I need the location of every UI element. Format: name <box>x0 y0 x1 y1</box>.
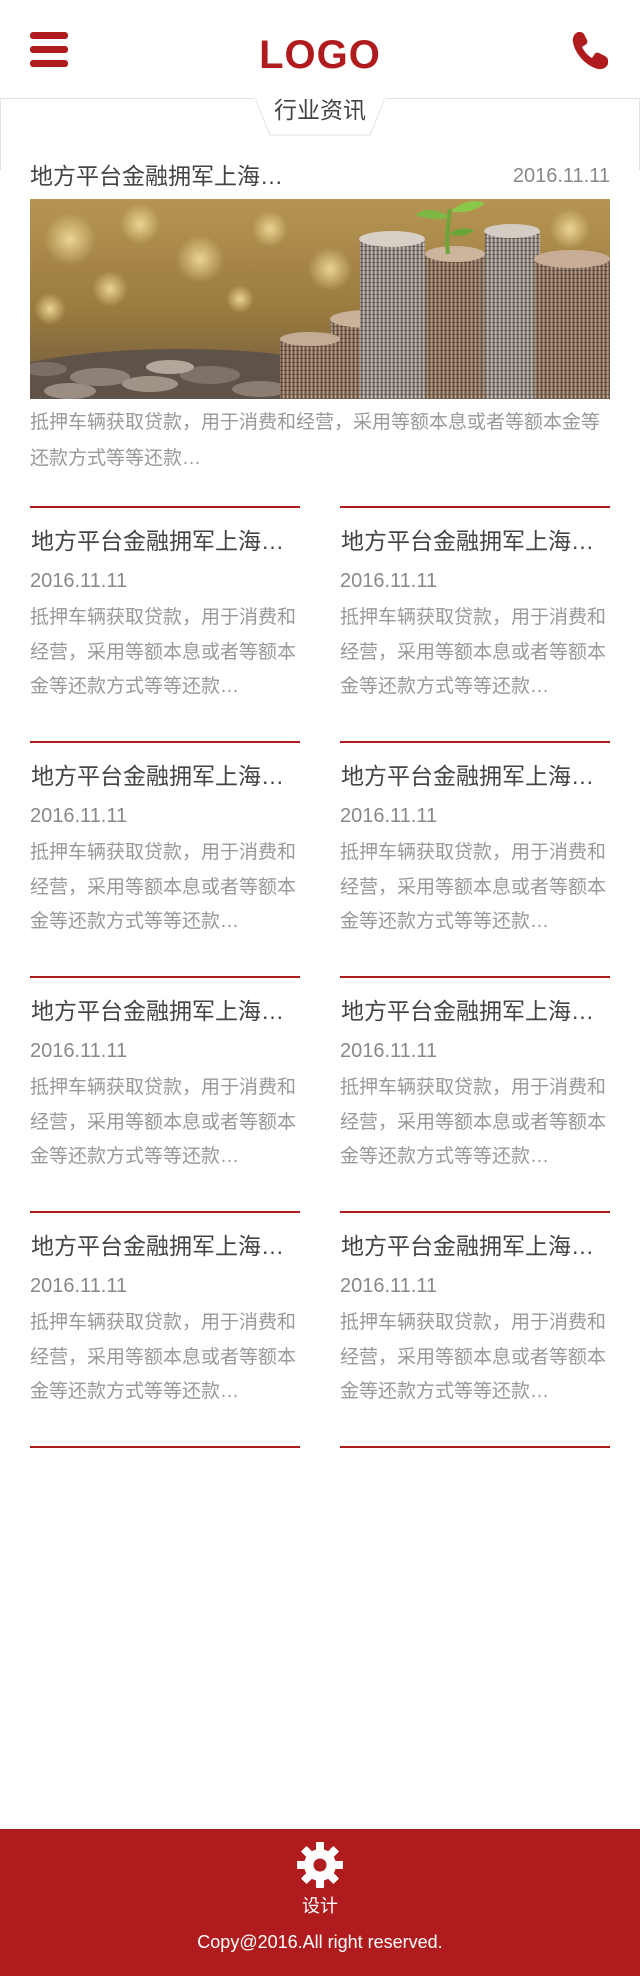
card-divider <box>340 1211 610 1213</box>
footer: 设计 Copy@2016.All right reserved. <box>0 1829 640 1976</box>
card-divider <box>30 976 300 978</box>
featured-image[interactable] <box>30 199 610 399</box>
card-divider <box>30 1211 300 1213</box>
logo[interactable]: LOGO <box>0 30 640 80</box>
article-date: 2016.11.11 <box>340 570 438 592</box>
featured-article[interactable]: 地方平台金融拥军上海… 2016.11.11 抵押车辆获取贷款，用于消费和经营，… <box>30 160 610 469</box>
article-card[interactable]: 地方平台金融拥军上海… 2016.11.11 抵押车辆获取贷款，用于消费和经营，… <box>30 506 300 741</box>
article-title[interactable]: 地方平台金融拥军上海… <box>31 1229 306 1263</box>
section-title: 行业资讯 <box>274 97 366 123</box>
card-divider <box>30 1446 300 1448</box>
article-title[interactable]: 地方平台金融拥军上海… <box>31 759 306 793</box>
article-description: 抵押车辆获取贷款，用于消费和经营，采用等额本息或者等额本金等还款方式等等还款… <box>30 1312 297 1402</box>
article-card[interactable]: 地方平台金融拥军上海… 2016.11.11 抵押车辆获取贷款，用于消费和经营，… <box>340 741 610 976</box>
card-divider <box>340 976 610 978</box>
phone-icon[interactable] <box>570 30 610 72</box>
article-description: 抵押车辆获取贷款，用于消费和经营，采用等额本息或者等额本金等还款方式等等还款… <box>340 607 607 697</box>
article-description: 抵押车辆获取贷款，用于消费和经营，采用等额本息或者等额本金等还款方式等等还款… <box>30 1077 297 1167</box>
article-date: 2016.11.11 <box>30 570 128 592</box>
article-description: 抵押车辆获取贷款，用于消费和经营，采用等额本息或者等额本金等还款方式等等还款… <box>340 1312 607 1402</box>
featured-description: 抵押车辆获取贷款，用于消费和经营，采用等额本息或者等额本金等还款方式等等还款… <box>30 412 601 469</box>
featured-title[interactable]: 地方平台金融拥军上海… <box>30 160 283 192</box>
section-border-left <box>0 98 1 170</box>
gear-icon[interactable] <box>296 1841 344 1889</box>
featured-head: 地方平台金融拥军上海… 2016.11.11 <box>30 160 610 196</box>
article-title[interactable]: 地方平台金融拥军上海… <box>341 1229 616 1263</box>
article-date: 2016.11.11 <box>340 1040 438 1062</box>
article-card[interactable]: 地方平台金融拥军上海… 2016.11.11 抵押车辆获取贷款，用于消费和经营，… <box>340 506 610 741</box>
article-date: 2016.11.11 <box>30 1040 128 1062</box>
article-description: 抵押车辆获取贷款，用于消费和经营，采用等额本息或者等额本金等还款方式等等还款… <box>340 1077 607 1167</box>
card-divider <box>340 1446 610 1448</box>
card-divider <box>340 741 610 743</box>
article-date: 2016.11.11 <box>30 1275 128 1297</box>
article-description: 抵押车辆获取贷款，用于消费和经营，采用等额本息或者等额本金等还款方式等等还款… <box>30 607 297 697</box>
article-title[interactable]: 地方平台金融拥军上海… <box>31 524 306 558</box>
header: LOGO <box>0 0 640 98</box>
article-title[interactable]: 地方平台金融拥军上海… <box>341 524 616 558</box>
card-divider <box>30 506 300 508</box>
article-card[interactable]: 地方平台金融拥军上海… 2016.11.11 抵押车辆获取贷款，用于消费和经营，… <box>340 976 610 1211</box>
article-title[interactable]: 地方平台金融拥军上海… <box>341 759 616 793</box>
article-card[interactable]: 地方平台金融拥军上海… 2016.11.11 抵押车辆获取贷款，用于消费和经营，… <box>340 1211 610 1446</box>
card-divider <box>30 741 300 743</box>
article-date: 2016.11.11 <box>340 1275 438 1297</box>
article-title[interactable]: 地方平台金融拥军上海… <box>341 994 616 1028</box>
article-card[interactable]: 地方平台金融拥军上海… 2016.11.11 抵押车辆获取贷款，用于消费和经营，… <box>30 741 300 976</box>
copyright-text: Copy@2016.All right reserved. <box>197 1932 443 1952</box>
featured-date: 2016.11.11 <box>512 165 610 187</box>
article-description: 抵押车辆获取贷款，用于消费和经营，采用等额本息或者等额本金等还款方式等等还款… <box>340 842 607 932</box>
article-title[interactable]: 地方平台金融拥军上海… <box>31 994 306 1028</box>
article-date: 2016.11.11 <box>30 805 128 827</box>
footer-label[interactable]: 设计 <box>0 1893 640 1919</box>
article-description: 抵押车辆获取贷款，用于消费和经营，采用等额本息或者等额本金等还款方式等等还款… <box>30 842 297 932</box>
article-date: 2016.11.11 <box>340 805 438 827</box>
card-divider <box>340 506 610 508</box>
article-card[interactable]: 地方平台金融拥军上海… 2016.11.11 抵押车辆获取贷款，用于消费和经营，… <box>30 976 300 1211</box>
article-card[interactable]: 地方平台金融拥军上海… 2016.11.11 抵押车辆获取贷款，用于消费和经营，… <box>30 1211 300 1446</box>
